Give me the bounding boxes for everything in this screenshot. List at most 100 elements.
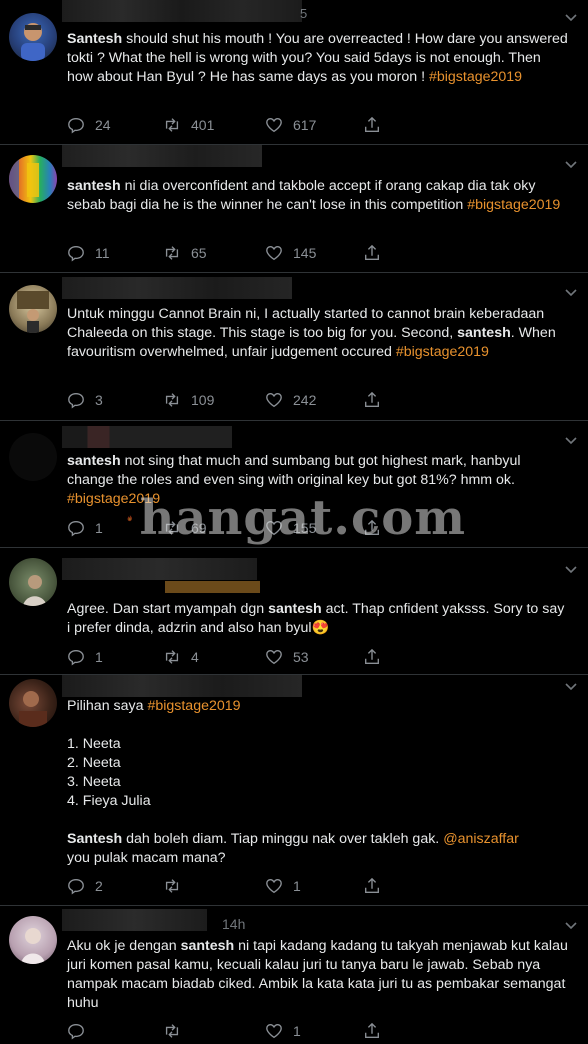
share-icon xyxy=(365,244,379,260)
retweet-icon xyxy=(165,650,179,664)
avatar[interactable] xyxy=(9,285,57,333)
retweet-count: 109 xyxy=(191,392,215,408)
retweet-button[interactable]: 65 xyxy=(163,243,207,263)
keyword-highlight: santesh xyxy=(457,325,511,341)
reply-icon xyxy=(68,879,84,895)
reply-icon xyxy=(68,393,84,409)
heart-icon xyxy=(266,393,282,408)
reply-button[interactable]: 1 xyxy=(67,647,103,667)
like-button[interactable]: 617 xyxy=(265,115,316,135)
tweet-6[interactable]: Pilihan saya #bigstage2019 1. Neeta 2. N… xyxy=(0,675,588,906)
tweet-4[interactable]: santesh not sing that much and sumbang b… xyxy=(0,421,588,548)
like-button[interactable]: 1 xyxy=(265,1021,301,1041)
heart-icon xyxy=(266,650,282,665)
retweet-count: 401 xyxy=(191,117,215,133)
retweet-button[interactable] xyxy=(163,876,191,896)
chevron-down-icon[interactable] xyxy=(564,433,578,447)
share-button[interactable] xyxy=(363,647,391,667)
avatar-image xyxy=(19,691,47,727)
share-icon xyxy=(365,391,379,407)
retweet-button[interactable]: 69 xyxy=(163,518,207,538)
avatar-image xyxy=(9,155,39,203)
tweet-actions: 24 401 617 xyxy=(67,115,467,135)
hashtag-link[interactable]: #bigstage2019 xyxy=(396,344,489,360)
like-button[interactable]: 145 xyxy=(265,243,316,263)
heart-icon xyxy=(266,118,282,133)
chevron-down-icon[interactable] xyxy=(564,562,578,576)
keyword-highlight: santesh xyxy=(268,601,322,617)
retweet-icon xyxy=(165,393,179,407)
tweet-7[interactable]: 14h Aku ok je dengan santesh ni tapi kad… xyxy=(0,906,588,1044)
tweet-actions: 1 69 155 xyxy=(67,518,467,538)
share-button[interactable] xyxy=(363,876,391,896)
avatar[interactable] xyxy=(9,433,57,481)
tweet-actions: 2 1 xyxy=(67,876,467,896)
reply-count: 1 xyxy=(95,649,103,665)
hashtag-link[interactable]: #bigstage2019 xyxy=(429,69,522,85)
share-button[interactable] xyxy=(363,243,391,263)
tweet-actions: 1 4 53 xyxy=(67,647,467,667)
keyword-highlight: santesh xyxy=(67,453,121,469)
text-segment: Agree. Dan start myampah dgn xyxy=(67,601,269,617)
tweet-text: Aku ok je dengan santesh ni tapi kadang … xyxy=(67,937,570,1013)
hashtag-link[interactable]: #bigstage2019 xyxy=(467,197,560,213)
hashtag-link[interactable]: #bigstage2019 xyxy=(67,491,160,507)
avatar[interactable] xyxy=(9,916,57,964)
reply-button[interactable]: 2 xyxy=(67,876,103,896)
chevron-down-icon[interactable] xyxy=(564,285,578,299)
text-segment: Aku ok je dengan xyxy=(67,938,181,954)
tweet-text: Agree. Dan start myampah dgn santesh act… xyxy=(67,600,570,638)
text-segment: you pulak macam mana? xyxy=(67,850,226,866)
share-button[interactable] xyxy=(363,518,391,538)
avatar-image xyxy=(17,291,49,333)
retweet-icon xyxy=(165,521,179,535)
reply-button[interactable]: 3 xyxy=(67,390,103,410)
reply-count: 2 xyxy=(95,878,103,894)
avatar[interactable] xyxy=(9,13,57,61)
retweet-button[interactable]: 401 xyxy=(163,115,214,135)
like-button[interactable]: 155 xyxy=(265,518,316,538)
tweet-5[interactable]: Agree. Dan start myampah dgn santesh act… xyxy=(0,548,588,675)
heart-icon xyxy=(266,246,282,261)
avatar-image xyxy=(21,23,45,61)
retweet-button[interactable] xyxy=(163,1021,191,1041)
tweet-3[interactable]: Untuk minggu Cannot Brain ni, I actually… xyxy=(0,273,588,421)
like-count: 617 xyxy=(293,117,317,133)
like-button[interactable]: 1 xyxy=(265,876,301,896)
tweet-text: santesh ni dia overconfident and takbole… xyxy=(67,177,570,215)
share-button[interactable] xyxy=(363,1021,391,1041)
tweet-1[interactable]: 5 Santesh should shut his mouth ! You ar… xyxy=(0,0,588,145)
like-button[interactable]: 53 xyxy=(265,647,309,667)
mention-link[interactable]: @aniszaffar xyxy=(443,831,519,847)
like-count: 242 xyxy=(293,392,317,408)
username-redacted xyxy=(62,145,262,167)
username-redacted xyxy=(62,426,232,448)
reply-button[interactable] xyxy=(67,1021,95,1041)
text-segment: 1. Neeta 2. Neeta 3. Neeta 4. Fieya Juli… xyxy=(67,736,151,809)
like-button[interactable]: 242 xyxy=(265,390,316,410)
tweet-2[interactable]: santesh ni dia overconfident and takbole… xyxy=(0,145,588,273)
retweet-count: 69 xyxy=(191,520,207,536)
keyword-highlight: santesh xyxy=(67,178,121,194)
chevron-down-icon[interactable] xyxy=(564,679,578,693)
chevron-down-icon[interactable] xyxy=(564,157,578,171)
avatar[interactable] xyxy=(9,558,57,606)
share-button[interactable] xyxy=(363,390,391,410)
reply-button[interactable]: 24 xyxy=(67,115,111,135)
username-redacted xyxy=(62,675,302,697)
avatar[interactable] xyxy=(9,155,57,203)
chevron-down-icon[interactable] xyxy=(564,918,578,932)
reply-icon xyxy=(68,650,84,666)
reply-count: 11 xyxy=(95,245,110,261)
hashtag-link[interactable]: #bigstage2019 xyxy=(147,698,240,714)
chevron-down-icon[interactable] xyxy=(564,10,578,24)
share-button[interactable] xyxy=(363,115,391,135)
avatar[interactable] xyxy=(9,679,57,727)
avatar-image xyxy=(21,928,45,964)
text-segment: not sing that much and sumbang but got h… xyxy=(67,453,525,488)
tweet-text: Santesh should shut his mouth ! You are … xyxy=(67,30,570,87)
retweet-button[interactable]: 4 xyxy=(163,647,199,667)
retweet-button[interactable]: 109 xyxy=(163,390,214,410)
reply-button[interactable]: 11 xyxy=(67,243,110,263)
reply-button[interactable]: 1 xyxy=(67,518,103,538)
